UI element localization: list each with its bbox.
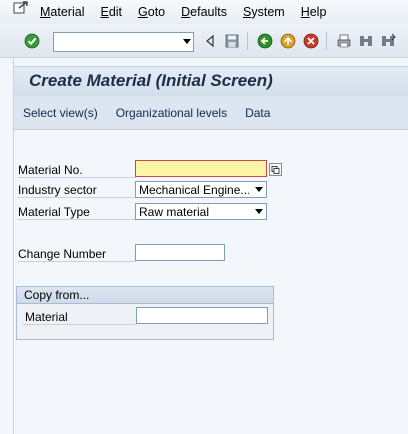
menu-help[interactable]: Help xyxy=(293,1,335,23)
value-help-icon[interactable] xyxy=(269,163,282,176)
menu-defaults[interactable]: Defaults xyxy=(173,1,235,23)
application-toolbar: Select view(s) Organizational levels Dat… xyxy=(14,96,408,130)
exit-icon[interactable] xyxy=(278,31,298,51)
copy-from-title: Copy from... xyxy=(17,287,273,304)
change-number-field[interactable] xyxy=(135,244,225,261)
chevron-down-icon[interactable] xyxy=(255,187,263,192)
system-toolbar xyxy=(0,24,408,58)
find-icon[interactable] xyxy=(356,31,376,51)
industry-sector-label: Industry sector xyxy=(18,183,97,197)
copy-material-input[interactable] xyxy=(137,308,267,323)
screen-title-bar: Create Material (Initial Screen) xyxy=(14,66,408,96)
select-views-button[interactable]: Select view(s) xyxy=(7,106,107,120)
find-next-icon[interactable] xyxy=(378,31,398,51)
copy-material-label: Material xyxy=(25,310,68,324)
back-icon[interactable] xyxy=(255,31,275,51)
copy-from-group: Copy from... Material xyxy=(16,286,274,340)
copy-material-field[interactable] xyxy=(136,307,268,324)
sap-exit-icon[interactable] xyxy=(12,0,32,20)
menu-system[interactable]: System xyxy=(235,1,293,23)
page-title: Create Material (Initial Screen) xyxy=(29,71,273,90)
chevron-down-icon[interactable] xyxy=(255,209,263,214)
material-type-value: Raw material xyxy=(139,205,210,219)
enter-icon[interactable] xyxy=(22,31,42,51)
change-number-label: Change Number xyxy=(18,247,107,261)
menu-material[interactable]: Material xyxy=(32,1,92,23)
industry-sector-value: Mechanical Engine... xyxy=(139,183,249,197)
main-content: Material No. Industry sector Mechanical … xyxy=(14,130,408,434)
material-no-input[interactable] xyxy=(136,161,266,176)
menu-edit[interactable]: Edit xyxy=(92,1,130,23)
print-icon[interactable] xyxy=(334,31,354,51)
organizational-levels-button[interactable]: Organizational levels xyxy=(100,106,236,120)
material-type-label: Material Type xyxy=(18,205,90,219)
save-icon[interactable] xyxy=(222,31,242,51)
menu-goto[interactable]: Goto xyxy=(130,1,173,23)
command-input[interactable] xyxy=(54,33,176,51)
command-field[interactable] xyxy=(53,32,194,52)
material-no-label: Material No. xyxy=(18,163,83,177)
data-button[interactable]: Data xyxy=(229,106,279,120)
chevron-down-icon[interactable] xyxy=(183,39,191,44)
change-number-input[interactable] xyxy=(136,245,224,260)
menu-bar: Material Edit Goto Defaults System Help xyxy=(0,0,408,24)
back-arrow-icon[interactable] xyxy=(200,31,220,51)
material-type-select[interactable]: Raw material xyxy=(135,203,267,220)
industry-sector-select[interactable]: Mechanical Engine... xyxy=(135,181,267,198)
cancel-icon[interactable] xyxy=(301,31,321,51)
material-no-field[interactable] xyxy=(135,160,267,177)
